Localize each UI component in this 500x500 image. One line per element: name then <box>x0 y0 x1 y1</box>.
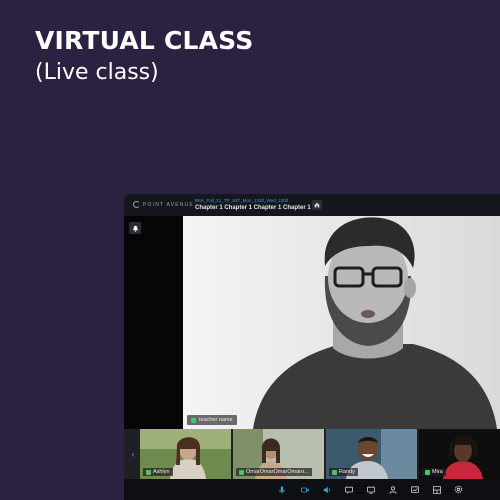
mic-on-icon <box>146 469 151 475</box>
class-title: Chapter 1 Chapter 1 Chapter 1 Chapter 1 <box>195 205 311 211</box>
participant-tile[interactable]: Randy <box>326 429 417 479</box>
participants-icon <box>388 485 397 494</box>
whiteboard-button[interactable] <box>408 483 421 496</box>
microphone-icon <box>278 485 285 494</box>
screen-share-button[interactable] <box>364 483 377 496</box>
home-icon <box>314 202 320 208</box>
participant-tile[interactable]: OmarOmarOmarOmaro... <box>233 429 324 479</box>
speaker-button[interactable] <box>320 483 333 496</box>
main-stage: teacher name <box>124 216 500 429</box>
participant-name-tag: Ashlyn <box>143 468 173 476</box>
teacher-video[interactable]: teacher name <box>183 216 500 429</box>
participant-strip: ‹ Ashlyn OmarOmarOmarOmaro... Randy Mira <box>124 429 500 479</box>
brand-name: POINT AVENUE <box>143 201 194 208</box>
participant-tile[interactable]: Ashlyn <box>140 429 231 479</box>
camera-icon <box>300 487 309 492</box>
whiteboard-icon <box>410 485 419 493</box>
mic-on-icon <box>425 469 430 475</box>
settings-button[interactable] <box>452 483 465 496</box>
mic-on-icon <box>191 417 196 423</box>
teacher-name-tag: teacher name <box>187 415 237 425</box>
teacher-name: teacher name <box>199 417 233 423</box>
layout-icon <box>432 485 441 494</box>
home-button[interactable] <box>312 200 322 210</box>
chat-button[interactable] <box>342 483 355 496</box>
class-code: BKK_Fall_21_TP_S4T_Mon_1330_Wed_1300 <box>195 198 289 203</box>
brand-mark-icon <box>133 201 140 208</box>
participant-tile[interactable]: Mira <box>419 429 500 479</box>
app-header: POINT AVENUE BKK_Fall_21_TP_S4T_Mon_1330… <box>124 194 500 216</box>
virtual-class-app: POINT AVENUE BKK_Fall_21_TP_S4T_Mon_1330… <box>124 194 500 500</box>
mic-on-icon <box>332 469 337 475</box>
speaker-icon <box>323 486 330 493</box>
microphone-button[interactable] <box>275 483 288 496</box>
participant-name: Ashlyn <box>153 469 170 475</box>
mic-on-icon <box>239 469 244 475</box>
participant-name: Randy <box>339 469 355 475</box>
participant-name-tag: OmarOmarOmarOmaro... <box>236 468 312 476</box>
layout-button[interactable] <box>430 483 443 496</box>
participant-name-tag: Mira <box>422 468 446 476</box>
strip-prev-button[interactable]: ‹ <box>126 429 140 479</box>
screen-share-icon <box>366 486 375 494</box>
hero-subtitle: (Live class) <box>35 60 159 85</box>
participants-button[interactable] <box>386 483 399 496</box>
bell-icon <box>132 225 138 232</box>
participant-name: OmarOmarOmarOmaro... <box>246 469 309 475</box>
chevron-left-icon: ‹ <box>131 449 135 459</box>
settings-icon <box>454 485 463 494</box>
hero-title: VIRTUAL CLASS <box>35 26 254 55</box>
chat-icon <box>344 486 353 494</box>
brand-logo: POINT AVENUE <box>133 201 194 208</box>
participant-name-tag: Randy <box>329 468 358 476</box>
camera-button[interactable] <box>298 483 311 496</box>
teacher-portrait <box>183 216 500 429</box>
side-tool-button[interactable] <box>129 222 141 234</box>
participant-name: Mira <box>432 469 443 475</box>
control-bar <box>124 479 500 500</box>
